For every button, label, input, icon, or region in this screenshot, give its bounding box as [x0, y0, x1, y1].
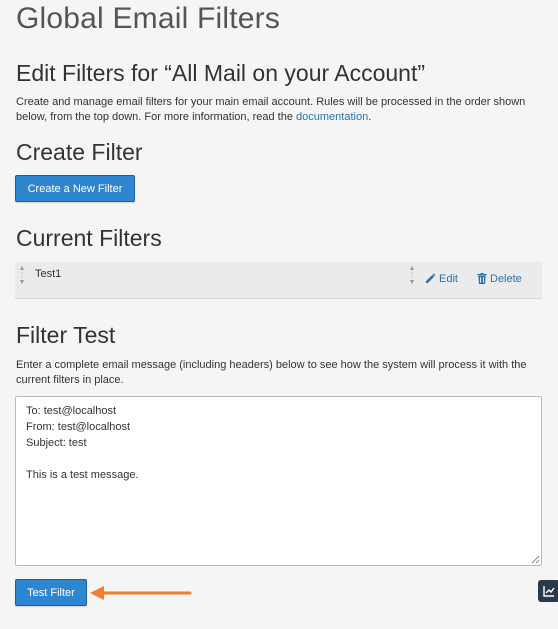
drag-handle-icon[interactable]: ▲ ⋮ ▼ [18, 265, 26, 293]
test-filter-button[interactable]: Test Filter [15, 579, 87, 606]
filter-row[interactable]: ▲ ⋮ ▼ Test1 ▲ ⋮ ▼ Edit Delete [15, 262, 542, 299]
delete-label[interactable]: Delete [490, 273, 522, 285]
filter-test-description: Enter a complete email message (includin… [16, 359, 527, 386]
drag-handle-icon[interactable]: ▲ ⋮ ▼ [408, 265, 416, 293]
description-end: . [368, 111, 372, 123]
documentation-link[interactable]: documentation [296, 111, 368, 123]
trash-icon [477, 273, 487, 284]
chart-icon [543, 586, 555, 597]
edit-label[interactable]: Edit [439, 273, 458, 285]
filter-test-heading: Filter Test [16, 322, 116, 348]
create-new-filter-button[interactable]: Create a New Filter [15, 175, 135, 202]
stats-button[interactable] [538, 580, 558, 602]
test-message-textarea[interactable]: To: test@localhost From: test@localhost … [15, 396, 542, 566]
annotation-arrow-icon [90, 586, 192, 600]
resize-grip-icon[interactable] [531, 555, 540, 564]
page-title: Global Email Filters [16, 2, 281, 35]
create-filter-heading: Create Filter [16, 139, 143, 165]
edit-filters-heading: Edit Filters for “All Mail on your Accou… [16, 60, 426, 86]
edit-filters-description: Create and manage email filters for your… [16, 95, 546, 125]
pencil-icon [425, 273, 436, 284]
description-text: Create and manage email filters for your… [16, 96, 526, 123]
edit-filter-link[interactable]: Edit [425, 273, 458, 285]
current-filters-heading: Current Filters [16, 225, 162, 251]
delete-filter-link[interactable]: Delete [477, 273, 522, 285]
filter-name: Test1 [35, 268, 62, 280]
